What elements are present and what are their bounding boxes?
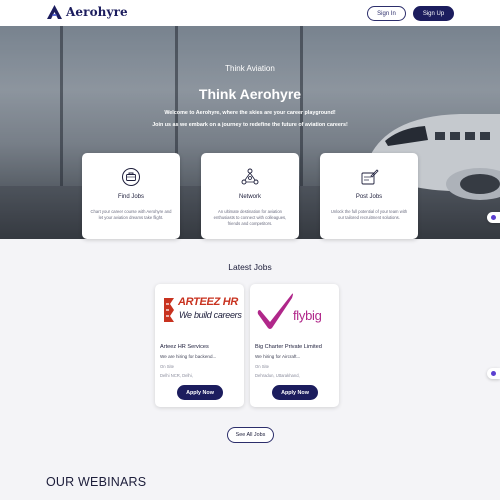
hero-join-text: Join us as we embark on a journey to red… (152, 122, 348, 128)
job-title: We hiring for Aircraft... (255, 354, 301, 359)
widget-dot-icon (491, 371, 496, 376)
job-card[interactable]: ARTEEZ HR We build careers Arteez HR Ser… (155, 284, 244, 407)
company-logo: flybig (250, 284, 339, 342)
feature-title: Find Jobs (117, 194, 144, 200)
job-site-type: On Site (255, 364, 269, 369)
hero-welcome-text: Welcome to Aerohyre, where the skies are… (164, 110, 336, 116)
brand-logo[interactable]: Aerohyre (47, 5, 128, 19)
job-company: Arteez HR Services (160, 344, 209, 350)
network-icon (241, 168, 259, 185)
sign-up-button[interactable]: Sign Up (413, 6, 454, 21)
floating-widget-button[interactable] (487, 368, 500, 379)
apply-now-button[interactable]: Apply Now (177, 385, 223, 400)
brand-name: Aerohyre (66, 5, 128, 19)
logo-wordmark: ARTEEZ HR (178, 296, 239, 308)
logo-wordmark: flybig (293, 308, 322, 323)
post-job-icon (361, 169, 379, 185)
feature-description: Chart your career course with Aerohyre a… (90, 209, 172, 220)
webinars-section-title: OUR WEBINARS (46, 475, 147, 489)
apply-now-button[interactable]: Apply Now (272, 385, 318, 400)
job-location: Delhi NCR, Delhi, (160, 373, 193, 378)
feature-title: Network (238, 194, 261, 200)
feature-card-post-jobs[interactable]: Post Jobs Unlock the full potential of y… (320, 153, 418, 239)
hero-title: Think Aerohyre (198, 86, 302, 102)
briefcase-search-icon (122, 168, 140, 186)
aerohyre-logo-icon (47, 5, 62, 19)
widget-dot-icon (491, 215, 496, 220)
job-site-type: On Site (160, 364, 174, 369)
company-logo: ARTEEZ HR We build careers (155, 284, 244, 342)
job-location: Dehradun, Uttarakhand, (255, 373, 300, 378)
job-company: Big Charter Private Limited (255, 344, 322, 350)
job-card[interactable]: flybig Big Charter Private Limited We hi… (250, 284, 339, 407)
feature-description: An ultimate destination for aviation ent… (213, 209, 287, 226)
floating-widget-button[interactable] (487, 212, 500, 223)
hero-kicker: Think Aviation (225, 64, 275, 73)
see-all-jobs-button[interactable]: See All Jobs (227, 427, 274, 443)
top-navbar: Aerohyre Sign In Sign Up (0, 0, 500, 26)
feature-card-network[interactable]: Network An ultimate destination for avia… (201, 153, 299, 239)
job-title: We are hiring for backend... (160, 354, 217, 359)
logo-tagline: We build careers (179, 310, 242, 320)
sign-in-button[interactable]: Sign In (367, 6, 406, 21)
feature-description: Unlock the full potential of your team w… (330, 209, 408, 220)
latest-jobs-title: Latest Jobs (228, 262, 272, 272)
feature-card-find-jobs[interactable]: Find Jobs Chart your career course with … (82, 153, 180, 239)
feature-title: Post Jobs (355, 194, 383, 200)
